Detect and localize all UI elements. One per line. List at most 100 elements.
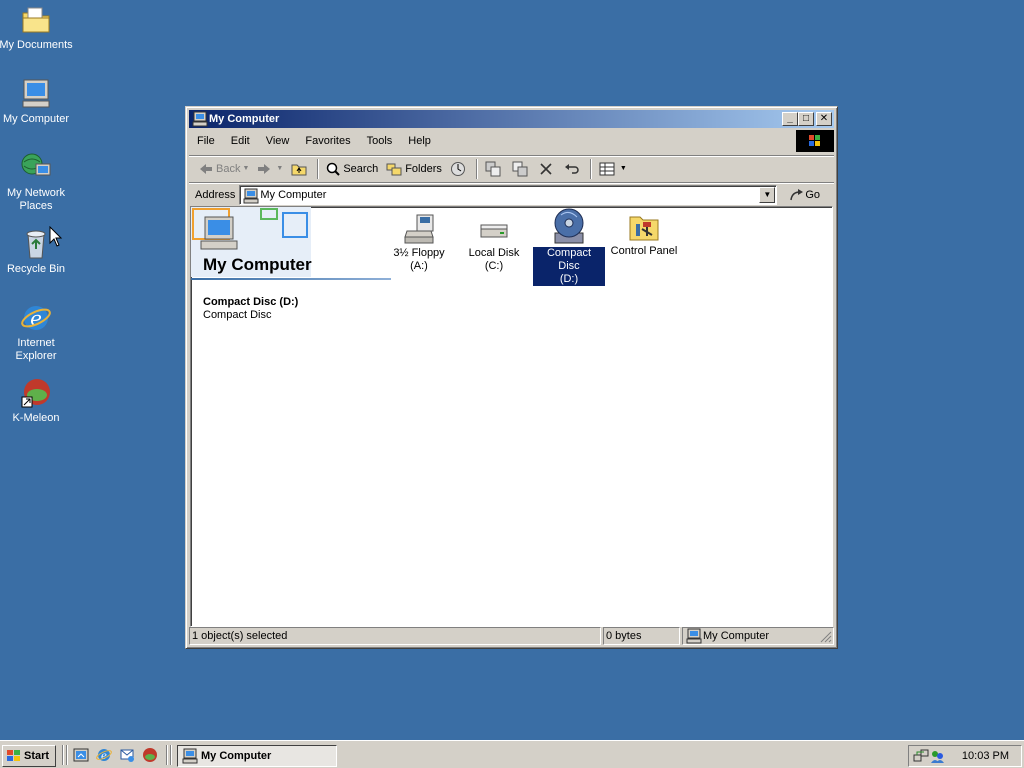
history-button[interactable] <box>446 158 473 180</box>
minimize-button[interactable]: _ <box>782 112 798 126</box>
up-folder-button[interactable] <box>287 158 314 180</box>
search-icon <box>327 162 341 176</box>
search-label: Search <box>343 162 379 175</box>
close-icon: ✕ <box>819 113 829 124</box>
taskbar-grip[interactable] <box>62 745 64 765</box>
mouse-cursor-icon <box>49 226 63 247</box>
outlook-express-icon[interactable] <box>119 747 135 763</box>
desktop-icon-internet-explorer[interactable]: e Internet Explorer <box>0 302 74 363</box>
desktop-icon-label: My Documents <box>0 39 73 51</box>
search-button[interactable]: Search <box>322 158 382 180</box>
network-places-icon <box>20 152 52 184</box>
maximize-icon: □ <box>802 113 810 124</box>
panel-divider <box>191 278 391 280</box>
taskbar: Start e My Computer 10:03 PM <box>0 740 1024 768</box>
taskbar-button-label: My Computer <box>201 750 272 762</box>
desktop-icon-label: My Computer <box>2 113 70 125</box>
list-item-label: Local Disk (C:) <box>468 247 520 272</box>
back-label: Back <box>216 162 241 175</box>
menu-favorites[interactable]: Favorites <box>297 135 358 147</box>
selected-item-name: Compact Disc (D:) <box>203 296 299 308</box>
desktop-icon-k-meleon[interactable]: K-Meleon <box>0 377 74 425</box>
desktop-icon-my-computer[interactable]: My Computer <box>0 78 74 126</box>
undo-button[interactable] <box>560 158 587 180</box>
selected-item-type: Compact Disc <box>203 309 272 321</box>
status-selection: 1 object(s) selected <box>189 627 601 645</box>
toolbar-separator <box>475 158 478 179</box>
back-button[interactable]: Back ▼ <box>195 158 253 180</box>
views-icon <box>599 162 615 175</box>
folder-documents-icon <box>20 4 52 36</box>
desktop-icon-network-places[interactable]: My Network Places <box>0 152 74 213</box>
copy-to-icon <box>512 161 528 176</box>
folders-label: Folders <box>405 162 442 175</box>
views-button[interactable]: ▼ <box>595 158 631 180</box>
windows-logo-icon <box>7 750 20 761</box>
start-button[interactable]: Start <box>2 745 56 767</box>
desktop-icon-my-documents[interactable]: My Documents <box>0 4 74 52</box>
address-input[interactable]: My Computer ▼ <box>239 184 778 205</box>
computer-icon <box>192 111 208 127</box>
standard-toolbar: Back ▼ ▼ Search Folders ▼ <box>189 155 834 181</box>
computer-icon <box>20 78 52 110</box>
chevron-down-icon[interactable]: ▼ <box>242 165 249 172</box>
my-computer-window: My Computer _ □ ✕ File Edit View Favorit… <box>185 106 838 649</box>
show-desktop-icon[interactable] <box>73 747 89 763</box>
taskbar-grip[interactable] <box>170 745 172 765</box>
chevron-down-icon[interactable]: ▼ <box>276 165 283 172</box>
window-title: My Computer <box>209 113 280 125</box>
up-folder-icon <box>291 164 307 175</box>
menu-tools[interactable]: Tools <box>359 135 401 147</box>
menu-edit[interactable]: Edit <box>223 135 258 147</box>
address-label: Address <box>195 188 236 201</box>
folders-button[interactable]: Folders <box>382 158 446 180</box>
menu-help[interactable]: Help <box>400 135 439 147</box>
list-item-label: Compact Disc (D:) <box>533 247 605 286</box>
menu-view[interactable]: View <box>258 135 298 147</box>
cd-drive-icon <box>553 207 585 245</box>
address-value: My Computer <box>260 188 327 201</box>
system-tray: 10:03 PM <box>908 745 1022 767</box>
status-zone-label: My Computer <box>703 630 770 642</box>
copy-to-button[interactable] <box>508 158 535 180</box>
forward-button[interactable]: ▼ <box>253 158 287 180</box>
list-item-control-panel[interactable]: Control Panel <box>608 211 680 258</box>
clock[interactable]: 10:03 PM <box>962 750 1009 762</box>
taskbar-button-my-computer[interactable]: My Computer <box>177 745 337 767</box>
list-item-label: Control Panel <box>610 245 678 257</box>
list-item-local-disk[interactable]: Local Disk (C:) <box>458 213 530 273</box>
window-titlebar[interactable]: My Computer _ □ ✕ <box>189 110 834 128</box>
computer-icon <box>686 628 702 649</box>
panel-title: My Computer <box>203 255 312 274</box>
control-panel-icon <box>628 211 660 243</box>
taskbar-grip[interactable] <box>66 745 68 765</box>
list-item-floppy[interactable]: 3½ Floppy (A:) <box>383 213 455 273</box>
menu-file[interactable]: File <box>189 135 223 147</box>
floppy-drive-icon <box>403 213 435 245</box>
network-icon[interactable] <box>913 748 929 764</box>
internet-explorer-icon[interactable]: e <box>96 747 112 763</box>
minimize-icon: _ <box>787 113 793 124</box>
status-zone: My Computer <box>682 627 834 645</box>
list-item-compact-disc[interactable]: Compact Disc (D:) <box>533 207 605 286</box>
msn-messenger-icon[interactable] <box>929 748 945 764</box>
resize-grip-icon[interactable] <box>820 631 832 643</box>
windows-logo-icon <box>796 130 834 152</box>
address-dropdown-button[interactable]: ▼ <box>759 186 776 203</box>
menu-bar: File Edit View Favorites Tools Help <box>189 130 834 152</box>
move-to-button[interactable] <box>481 158 508 180</box>
close-button[interactable]: ✕ <box>816 112 832 126</box>
undo-icon <box>564 163 579 174</box>
delete-button[interactable] <box>535 158 560 180</box>
k-meleon-icon[interactable] <box>142 747 158 763</box>
list-item-label: 3½ Floppy (A:) <box>393 247 445 272</box>
go-button[interactable]: Go <box>789 188 820 202</box>
maximize-button[interactable]: □ <box>798 112 814 126</box>
desktop-icon-label: My Network Places <box>6 187 66 212</box>
status-size: 0 bytes <box>603 627 680 645</box>
history-icon <box>450 161 465 176</box>
desktop-icon-label: K-Meleon <box>12 412 60 424</box>
folder-view: My Computer Compact Disc (D:) Compact Di… <box>190 206 833 627</box>
taskbar-grip[interactable] <box>166 745 168 765</box>
back-arrow-icon <box>200 163 212 174</box>
